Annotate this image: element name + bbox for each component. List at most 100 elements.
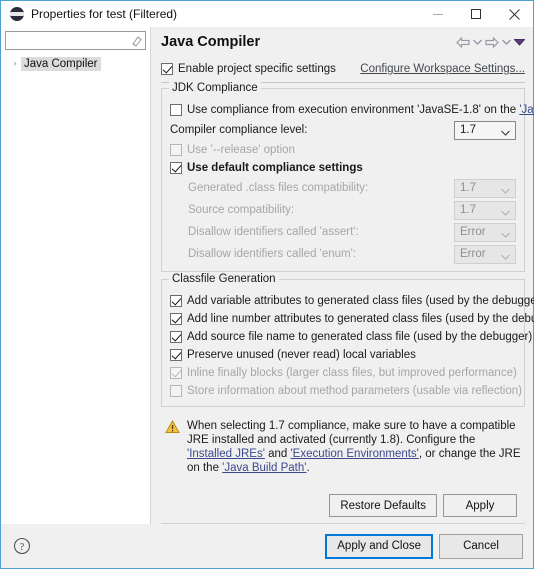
- classfile-item-4-row: Inline finally blocks (larger class file…: [170, 364, 517, 382]
- disallow-enum-select: Error: [454, 244, 516, 264]
- warning-part-4: .: [306, 462, 310, 474]
- disallow-assert-select: Error: [454, 222, 516, 242]
- filter-box[interactable]: [5, 31, 146, 50]
- sidebar-item-label: Java Compiler: [21, 56, 101, 71]
- settings-tree: › Java Compiler: [5, 56, 146, 71]
- chevron-down-icon: [501, 251, 510, 263]
- configure-workspace-settings-link[interactable]: Configure Workspace Settings...: [360, 63, 525, 75]
- compiler-compliance-level-row: Compiler compliance level: 1.7: [170, 119, 516, 141]
- sidebar-item-java-compiler[interactable]: › Java Compiler: [5, 56, 146, 71]
- source-compat-select: 1.7: [454, 200, 516, 220]
- eclipse-icon: [9, 6, 25, 22]
- generated-class-compat-row: Generated .class files compatibility: 1.…: [170, 177, 516, 199]
- disallow-enum-value: Error: [460, 248, 486, 260]
- use-execution-environment-row[interactable]: Use compliance from execution environmen…: [170, 101, 534, 119]
- jre-compliance-warning: When selecting 1.7 compliance, make sure…: [161, 416, 525, 475]
- use-release-option-label: Use '--release' option: [187, 144, 295, 156]
- content-bottom-divider: [161, 523, 525, 524]
- jdk-compliance-group: JDK Compliance Use compliance from execu…: [161, 82, 534, 272]
- classfile-generation-group: Classfile Generation Add variable attrib…: [161, 273, 534, 407]
- use-default-compliance-row[interactable]: Use default compliance settings: [170, 159, 516, 177]
- inline-finally-blocks-checkbox: [170, 367, 182, 379]
- inline-finally-blocks-label: Inline finally blocks (larger class file…: [187, 367, 517, 379]
- chevron-down-icon: [501, 207, 510, 219]
- minimize-button[interactable]: [419, 1, 457, 27]
- back-dropdown-icon[interactable]: [473, 39, 482, 45]
- classfile-item-1-row[interactable]: Add line number attributes to generated …: [170, 310, 534, 328]
- chevron-down-icon: [501, 229, 510, 241]
- page-title: Java Compiler: [161, 34, 261, 50]
- warning-part-1: When selecting 1.7 compliance, make sure…: [187, 420, 516, 446]
- classfile-generation-title: Classfile Generation: [169, 273, 279, 285]
- classfile-item-0-row[interactable]: Add variable attributes to generated cla…: [170, 292, 534, 310]
- chevron-right-icon[interactable]: ›: [9, 59, 21, 68]
- back-arrow-icon[interactable]: [456, 36, 470, 48]
- java-build-path-link-1[interactable]: 'Java Build Path': [519, 104, 534, 116]
- use-default-compliance-checkbox[interactable]: [170, 162, 182, 174]
- eraser-icon[interactable]: [131, 35, 142, 47]
- enable-project-specific-checkbox[interactable]: [161, 63, 173, 75]
- content-panel: Java Compiler Enable project specific se…: [151, 27, 534, 524]
- help-question-icon[interactable]: ?: [13, 537, 31, 555]
- cancel-button[interactable]: Cancel: [439, 533, 523, 559]
- apply-button[interactable]: Apply: [443, 494, 517, 517]
- preserve-unused-locals-checkbox[interactable]: [170, 349, 182, 361]
- add-variable-attributes-label: Add variable attributes to generated cla…: [187, 295, 534, 307]
- compiler-compliance-level-select[interactable]: 1.7: [454, 120, 516, 140]
- add-variable-attributes-checkbox[interactable]: [170, 295, 182, 307]
- disallow-assert-label: Disallow identifiers called 'assert':: [188, 226, 359, 238]
- disallow-enum-row: Disallow identifiers called 'enum': Erro…: [170, 243, 516, 265]
- source-compat-label: Source compatibility:: [188, 204, 295, 216]
- title-bar: Properties for test (Filtered): [1, 1, 533, 27]
- properties-dialog: Properties for test (Filtered) › Java Co…: [0, 0, 534, 569]
- apply-and-close-button[interactable]: Apply and Close: [325, 533, 433, 559]
- chevron-down-icon: [501, 127, 510, 139]
- enable-project-specific-row[interactable]: Enable project specific settings Configu…: [161, 57, 525, 79]
- source-compat-value: 1.7: [460, 204, 476, 216]
- generated-class-compat-label: Generated .class files compatibility:: [188, 182, 369, 194]
- store-method-parameters-checkbox: [170, 385, 182, 397]
- forward-arrow-icon[interactable]: [485, 36, 499, 48]
- use-execution-environment-checkbox[interactable]: [170, 104, 182, 116]
- use-release-option-checkbox[interactable]: [170, 144, 182, 156]
- classfile-item-5-row: Store information about method parameter…: [170, 382, 522, 400]
- disallow-enum-label: Disallow identifiers called 'enum':: [188, 248, 357, 260]
- compiler-compliance-level-label: Compiler compliance level:: [170, 124, 308, 136]
- java-build-path-link-2[interactable]: 'Java Build Path': [222, 462, 306, 474]
- window-controls: [419, 1, 533, 27]
- settings-area: Enable project specific settings Configu…: [151, 57, 534, 524]
- search-input[interactable]: [6, 32, 145, 49]
- close-icon[interactable]: [495, 1, 533, 27]
- warning-text: When selecting 1.7 compliance, make sure…: [187, 419, 521, 475]
- installed-jres-link[interactable]: 'Installed JREs': [187, 448, 265, 460]
- generated-class-compat-value: 1.7: [460, 182, 476, 194]
- preserve-unused-locals-label: Preserve unused (never read) local varia…: [187, 349, 416, 361]
- add-source-file-name-checkbox[interactable]: [170, 331, 182, 343]
- use-execution-environment-label: Use compliance from execution environmen…: [187, 104, 520, 116]
- jdk-compliance-title: JDK Compliance: [169, 82, 261, 94]
- chevron-down-icon: [501, 185, 510, 197]
- dialog-footer: ? Apply and Close Cancel: [1, 524, 533, 568]
- add-source-file-name-label: Add source file name to generated class …: [187, 331, 533, 343]
- source-compat-row: Source compatibility: 1.7: [170, 199, 516, 221]
- use-default-compliance-label: Use default compliance settings: [187, 162, 363, 174]
- window-title: Properties for test (Filtered): [31, 7, 178, 21]
- store-method-parameters-label: Store information about method parameter…: [187, 385, 522, 397]
- restore-defaults-button[interactable]: Restore Defaults: [329, 494, 437, 517]
- content-header: Java Compiler: [151, 27, 533, 57]
- classfile-item-3-row[interactable]: Preserve unused (never read) local varia…: [170, 346, 516, 364]
- enable-project-specific-label: Enable project specific settings: [178, 63, 336, 75]
- compiler-compliance-level-value: 1.7: [460, 124, 476, 136]
- warning-triangle-icon: [165, 419, 181, 475]
- maximize-button[interactable]: [457, 1, 495, 27]
- sidebar: › Java Compiler: [1, 27, 151, 524]
- footer-buttons: Apply and Close Cancel: [325, 533, 523, 559]
- execution-environments-link[interactable]: 'Execution Environments': [290, 448, 418, 460]
- view-menu-icon[interactable]: [514, 38, 525, 46]
- dialog-body: › Java Compiler Java Compiler Enable pro…: [1, 27, 534, 524]
- classfile-item-2-row[interactable]: Add source file name to generated class …: [170, 328, 532, 346]
- forward-dropdown-icon[interactable]: [502, 39, 511, 45]
- add-line-number-attributes-checkbox[interactable]: [170, 313, 182, 325]
- use-release-option-row[interactable]: Use '--release' option: [170, 141, 516, 159]
